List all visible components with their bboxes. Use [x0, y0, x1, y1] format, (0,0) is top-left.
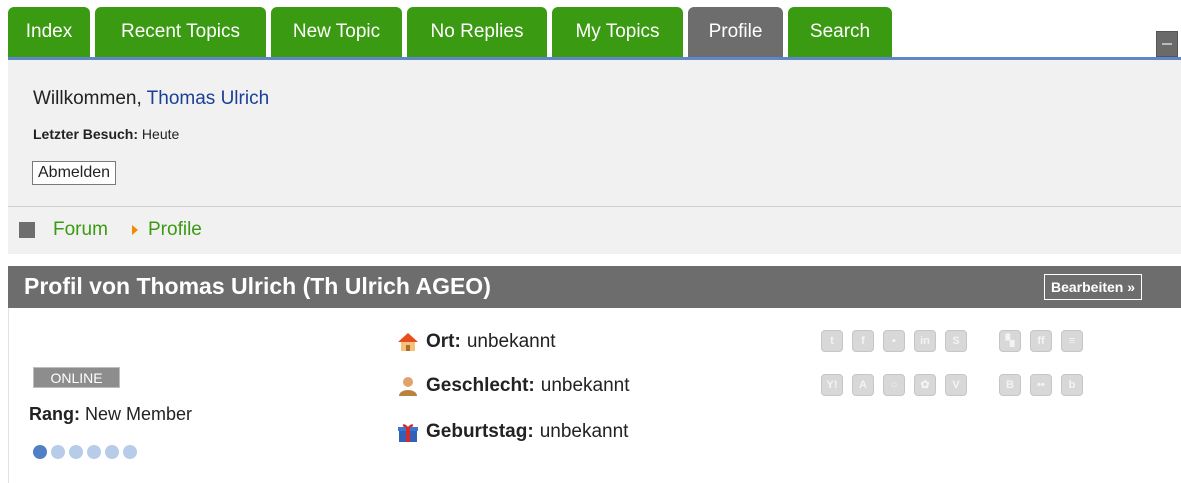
myspace-icon[interactable]: ▪ [883, 330, 905, 352]
rank-dot-icon [33, 445, 47, 459]
location-row: Ort: unbekannt [396, 330, 556, 354]
digg-icon[interactable]: ≡ [1061, 330, 1083, 352]
facebook-icon[interactable]: f [852, 330, 874, 352]
birthday-label: Geburtstag: [426, 421, 534, 442]
rank-value: New Member [85, 404, 193, 424]
rank-label: Rang: [29, 404, 80, 424]
tab-index[interactable]: Index [8, 7, 90, 57]
edit-profile-button[interactable]: Bearbeiten » [1044, 274, 1143, 300]
twitter-icon[interactable]: t [821, 330, 843, 352]
rank-dots [33, 445, 141, 459]
profile-header: Profil von Thomas Ulrich (Th Ulrich AGEO… [8, 266, 1181, 308]
tab-list: Index Recent Topics New Topic No Replies… [8, 7, 897, 57]
gtalk-icon[interactable]: ✿ [914, 374, 936, 396]
tab-new-topic[interactable]: New Topic [271, 7, 402, 57]
welcome-greeting: Willkommen, [33, 88, 142, 109]
tab-no-replies[interactable]: No Replies [407, 7, 547, 57]
tab-bar: Index Recent Topics New Topic No Replies… [0, 0, 1181, 60]
last-visit-value: Heute [141, 126, 180, 142]
location-label: Ort: [426, 331, 461, 352]
birthday-value: unbekannt [539, 421, 629, 442]
profile-body: ONLINE Rang: New Member Ort: unbekannt G… [8, 308, 1181, 483]
profile-title: Profil von Thomas Ulrich (Th Ulrich AGEO… [24, 273, 491, 299]
birthday-row: Geburtstag: unbekannt [396, 420, 628, 444]
rank-dot-icon [123, 445, 137, 459]
location-value: unbekannt [466, 331, 556, 352]
rank: Rang: New Member [29, 404, 192, 425]
last-visit-label: Letzter Besuch: [33, 126, 139, 142]
tab-search[interactable]: Search [788, 7, 892, 57]
forum-square-icon [19, 222, 35, 238]
gender-value: unbekannt [540, 375, 630, 396]
gift-icon [398, 424, 418, 442]
breadcrumb-profile-link[interactable]: Profile [148, 219, 202, 241]
flickr-icon[interactable]: •• [1030, 374, 1052, 396]
user-icon [399, 377, 417, 396]
rank-dot-icon [69, 445, 83, 459]
social-icons-row-1: t f ▪ in S ▚ ff ≡ [821, 330, 1092, 352]
bebo-icon[interactable]: b [1061, 374, 1083, 396]
breadcrumb: Forum Profile [8, 206, 1181, 254]
welcome-message: Willkommen, Thomas Ulrich [33, 88, 269, 110]
minus-icon [1162, 43, 1172, 45]
home-icon [398, 333, 418, 351]
tab-profile[interactable]: Profile [688, 7, 783, 57]
rank-dot-icon [87, 445, 101, 459]
collapse-button[interactable] [1156, 31, 1178, 57]
gender-label: Geschlecht: [426, 375, 535, 396]
last-visit: Letzter Besuch: Heute [33, 126, 179, 142]
yim-icon[interactable]: Y! [821, 374, 843, 396]
linkedin-icon[interactable]: in [914, 330, 936, 352]
delicious-icon[interactable]: ▚ [999, 330, 1021, 352]
rank-dot-icon [51, 445, 65, 459]
username-link[interactable]: Thomas Ulrich [147, 88, 269, 109]
welcome-panel: Willkommen, Thomas Ulrich Letzter Besuch… [8, 60, 1181, 206]
gender-row: Geschlecht: unbekannt [396, 374, 630, 398]
skype-icon[interactable]: S [945, 330, 967, 352]
tab-recent-topics[interactable]: Recent Topics [95, 7, 266, 57]
online-status-badge: ONLINE [33, 367, 120, 388]
tab-my-topics[interactable]: My Topics [552, 7, 683, 57]
rank-dot-icon [105, 445, 119, 459]
blogger-icon[interactable]: B [999, 374, 1021, 396]
aim-icon[interactable]: A [852, 374, 874, 396]
icq-icon[interactable]: ○ [883, 374, 905, 396]
friendfeed-icon[interactable]: ff [1030, 330, 1052, 352]
social-icons-row-2: Y! A ○ ✿ V B •• b [821, 374, 1092, 396]
logout-button[interactable]: Abmelden [32, 161, 117, 185]
vk-icon[interactable]: V [945, 374, 967, 396]
breadcrumb-arrow-icon [132, 225, 138, 235]
breadcrumb-forum-link[interactable]: Forum [53, 219, 108, 241]
